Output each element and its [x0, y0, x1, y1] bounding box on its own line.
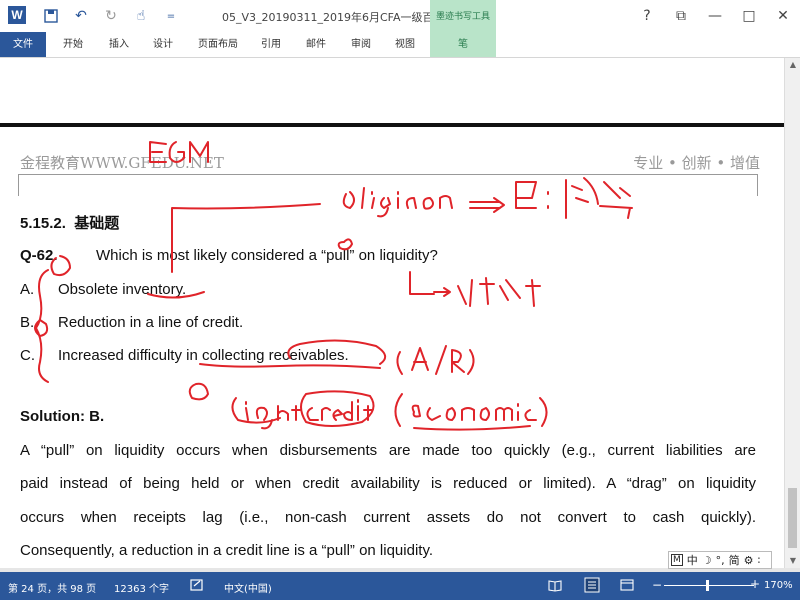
explanation-line-2: paid instead of being held or when credi…	[20, 475, 756, 492]
touch-mode-icon[interactable]: ☝	[130, 5, 152, 27]
read-mode-icon[interactable]	[548, 578, 562, 595]
section-number: 5.15.2.	[20, 215, 66, 232]
language-indicator[interactable]: 中文(中国)	[224, 580, 272, 595]
word-logo-icon: W	[8, 6, 26, 24]
explanation-line-1: A “pull” on liquidity occurs when disbur…	[20, 442, 756, 459]
minimize-button[interactable]: —	[698, 0, 732, 32]
maximize-button[interactable]: □	[732, 0, 766, 32]
option-letter-c: C.	[20, 347, 35, 364]
tab-view[interactable]: 视图	[387, 32, 423, 57]
ribbon-tabs: 文件 开始 插入 设计 页面布局 引用 邮件 审阅 视图 登录	[0, 32, 800, 86]
tab-home[interactable]: 开始	[55, 32, 91, 57]
zoom-slider[interactable]	[664, 585, 754, 586]
document-page[interactable]: 金程教育WWW.GFEDU.NET 专业 • 创新 • 增值 5.15.2. 基…	[0, 58, 784, 568]
save-icon[interactable]	[40, 5, 62, 27]
customize-qat-icon[interactable]: =	[160, 5, 182, 27]
header-rule	[18, 174, 758, 175]
scroll-up-icon[interactable]: ▲	[785, 58, 800, 72]
zoom-out-button[interactable]: −	[652, 578, 662, 592]
ink-tools-title: 墨迹书写工具	[435, 12, 490, 22]
header-right-text: 专业 • 创新 • 增值	[633, 154, 760, 172]
zoom-level[interactable]: 170%	[764, 580, 793, 591]
ime-moon-icon[interactable]: ☽	[702, 554, 712, 567]
page-count[interactable]: 第 24 页，共 98 页	[8, 580, 96, 595]
solution-label: Solution: B.	[20, 408, 105, 425]
ime-gear-icon[interactable]: ⚙	[744, 554, 754, 567]
scroll-thumb[interactable]	[788, 488, 797, 548]
ime-punct[interactable]: °,	[716, 554, 725, 567]
header-left-text: 金程教育WWW.GFEDU.NET	[20, 154, 224, 172]
print-layout-icon[interactable]	[584, 577, 600, 596]
scroll-down-icon[interactable]: ▼	[785, 554, 800, 568]
tab-references[interactable]: 引用	[253, 32, 289, 57]
ime-mode[interactable]: 简	[729, 552, 740, 568]
title-bar: W ↶ ↻ ☝ = 05_V3_20190311_2019年6月CFA一级百题预…	[0, 0, 800, 32]
status-bar: 第 24 页，共 98 页 12363 个字 中文(中国) − + 170%	[0, 572, 800, 600]
tab-layout[interactable]: 页面布局	[194, 32, 242, 57]
tab-design[interactable]: 设计	[145, 32, 181, 57]
redo-icon[interactable]: ↻	[100, 5, 122, 27]
ime-more-icon[interactable]: ∶	[758, 554, 761, 567]
undo-icon[interactable]: ↶	[70, 5, 92, 27]
option-letter-b: B.	[20, 314, 35, 331]
tab-review[interactable]: 审阅	[343, 32, 379, 57]
question-text: Which is most likely considered a “pull”…	[96, 247, 438, 264]
crop-mark-left	[18, 174, 19, 196]
option-text-a: Obsolete inventory.	[58, 281, 187, 298]
ime-toolbar[interactable]: M 中 ☽ °, 简 ⚙ ∶	[668, 551, 772, 569]
close-button[interactable]: ✕	[766, 0, 800, 32]
crop-mark-right	[757, 174, 758, 196]
section-heading: 5.15.2. 基础题	[20, 212, 119, 233]
word-count[interactable]: 12363 个字	[114, 580, 169, 595]
quick-access-toolbar: ↶ ↻ ☝ =	[40, 5, 190, 27]
zoom-slider-thumb[interactable]	[706, 580, 709, 591]
zoom-in-button[interactable]: +	[750, 577, 760, 591]
ime-lang[interactable]: 中	[687, 552, 698, 568]
ime-badge[interactable]: M	[671, 554, 683, 566]
ribbon-display-icon[interactable]: ⧉	[664, 0, 698, 32]
explanation-line-3: occurs when receipts lag (i.e., non-cash…	[20, 509, 756, 526]
tab-pen[interactable]: 笔	[430, 35, 496, 50]
help-icon[interactable]: ?	[630, 0, 664, 32]
tab-mailings[interactable]: 邮件	[298, 32, 334, 57]
question-number: Q-62.	[20, 247, 58, 264]
section-title: 基础题	[74, 215, 120, 232]
proofing-icon[interactable]	[190, 578, 204, 595]
option-letter-a: A.	[20, 281, 35, 298]
page-separator	[0, 123, 784, 127]
option-text-c: Increased difficulty in collecting recei…	[58, 347, 349, 364]
web-layout-icon[interactable]	[620, 578, 634, 595]
ink-tools-context: 墨迹书写工具 笔	[430, 0, 496, 57]
option-text-b: Reduction in a line of credit.	[58, 314, 244, 331]
vertical-scrollbar[interactable]: ▲ ▼	[784, 58, 800, 568]
window-controls: ? ⧉ — □ ✕	[630, 0, 800, 32]
tab-file[interactable]: 文件	[0, 32, 46, 57]
explanation-line-4: Consequently, a reduction in a credit li…	[20, 542, 433, 559]
tab-insert[interactable]: 插入	[101, 32, 137, 57]
